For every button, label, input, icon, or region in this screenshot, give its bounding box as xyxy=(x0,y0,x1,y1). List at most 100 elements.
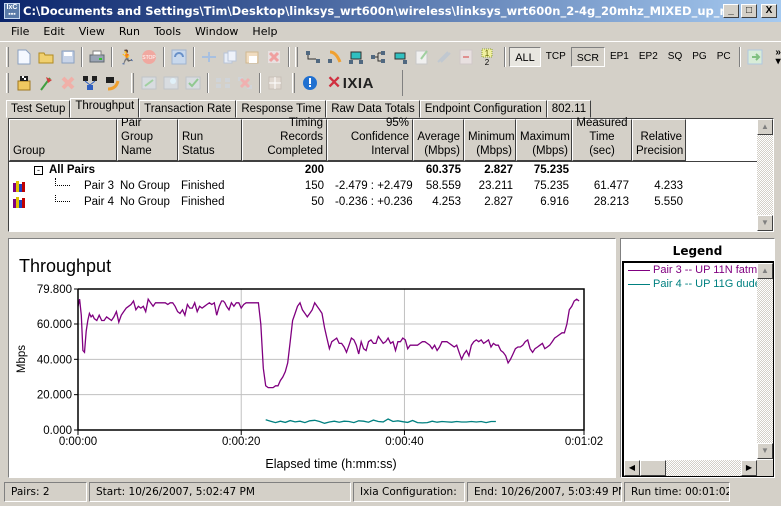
open-group-icon[interactable] xyxy=(13,72,35,94)
col-measured-time[interactable]: Measured Time (sec) xyxy=(572,117,632,161)
close-button[interactable]: X xyxy=(761,4,777,18)
copy-icon[interactable] xyxy=(219,46,241,68)
menu-edit[interactable]: Edit xyxy=(36,25,71,38)
phone-flag-icon[interactable] xyxy=(101,72,123,94)
toolbar-separator xyxy=(207,73,209,93)
new-icon[interactable] xyxy=(13,46,35,68)
grid2-icon[interactable] xyxy=(234,72,256,94)
toolbar-separator xyxy=(111,47,114,67)
timing-records: 150 xyxy=(304,180,324,192)
col-confidence-interval[interactable]: 95% Confidence Interval xyxy=(327,117,413,161)
grid3-icon[interactable] xyxy=(264,72,286,94)
edit-icon[interactable] xyxy=(411,46,433,68)
x-tick-label: 0:00:20 xyxy=(222,436,260,448)
minimize-button[interactable]: _ xyxy=(723,4,739,18)
filter-all-button[interactable]: ALL xyxy=(509,47,541,67)
scroll-down-button[interactable]: ▼ xyxy=(757,215,773,231)
table-row[interactable]: Pair 3 No Group Finished 150 -2.479 : +2… xyxy=(9,178,686,194)
filter-ep1-button[interactable]: EP1 xyxy=(605,47,634,67)
minimum: 23.211 xyxy=(478,180,513,192)
summary-minimum: 2.827 xyxy=(484,164,513,176)
open-icon[interactable] xyxy=(35,46,57,68)
maximize-button[interactable]: □ xyxy=(741,4,757,18)
toolbar-separator xyxy=(738,47,741,67)
tab-test-setup[interactable]: Test Setup xyxy=(6,100,71,118)
col-relative-precision[interactable]: Relative Precision xyxy=(632,119,686,161)
legend-item-pair-3[interactable]: Pair 3 -- UP 11N fatma xyxy=(628,264,763,276)
check3-icon[interactable] xyxy=(182,72,204,94)
legend-scroll-right-button[interactable]: ▶ xyxy=(741,460,757,476)
col-group[interactable]: Group xyxy=(9,119,117,161)
phone-pair-icon[interactable] xyxy=(324,46,346,68)
filter-pc-button[interactable]: PC xyxy=(712,47,736,67)
app-icon[interactable]: IxC ▪▪▪ xyxy=(4,3,20,19)
minimum: 2.827 xyxy=(484,196,513,208)
remove-icon[interactable] xyxy=(57,72,79,94)
legend-scroll-thumb[interactable] xyxy=(640,460,666,476)
refresh-icon[interactable] xyxy=(168,46,190,68)
flag-icon[interactable] xyxy=(35,72,57,94)
stop-icon[interactable]: STOP xyxy=(138,46,160,68)
filter-pg-button[interactable]: PG xyxy=(687,47,711,67)
chart-grid xyxy=(78,289,584,430)
group-cell: Pair 3 xyxy=(9,178,117,194)
toolbar-grip[interactable] xyxy=(292,73,295,93)
measured-time: 28.213 xyxy=(593,196,629,208)
info-icon[interactable] xyxy=(299,72,321,94)
legend-scroll-up-button[interactable]: ▲ xyxy=(757,263,773,279)
legend-scroll-left-button[interactable]: ◀ xyxy=(624,460,640,476)
table-vertical-scrollbar[interactable]: ▲ ▼ xyxy=(757,119,773,231)
filter-sq-button[interactable]: SQ xyxy=(663,47,687,67)
legend-item-pair-4[interactable]: Pair 4 -- UP 11G dude xyxy=(628,278,761,290)
cut-icon[interactable] xyxy=(198,46,220,68)
menu-run[interactable]: Run xyxy=(112,25,147,38)
delete-icon[interactable] xyxy=(263,46,285,68)
col-minimum[interactable]: Minimum (Mbps) xyxy=(464,119,516,161)
col-maximum[interactable]: Maximum (Mbps) xyxy=(516,119,572,161)
col-average[interactable]: Average (Mbps) xyxy=(413,119,464,161)
renumber-icon[interactable]: 12 xyxy=(476,46,498,68)
legend-vertical-scrollbar[interactable]: ▲ ▼ xyxy=(757,263,773,459)
video-multicast-icon[interactable] xyxy=(389,46,411,68)
save-icon[interactable] xyxy=(57,46,79,68)
video-pair-icon[interactable] xyxy=(346,46,368,68)
toolbar-grip[interactable] xyxy=(6,73,9,93)
network-icon[interactable] xyxy=(79,72,101,94)
x-tick-label: 0:00:00 xyxy=(59,436,97,448)
legend-scroll-down-button[interactable]: ▼ xyxy=(757,443,773,459)
print-icon[interactable] xyxy=(86,46,108,68)
legend-horizontal-scrollbar[interactable]: ◀ ▶ xyxy=(624,460,757,476)
toolbar-overflow-button[interactable]: » ▾ xyxy=(775,48,781,67)
col-pair-group-name[interactable]: Pair Group Name xyxy=(117,117,178,161)
run-icon[interactable]: 🏃 xyxy=(116,46,138,68)
col-run-status[interactable]: Run Status xyxy=(178,119,242,161)
table-row[interactable]: Pair 4 No Group Finished 50 -0.236 : +0.… xyxy=(9,194,686,210)
multicast-icon[interactable] xyxy=(367,46,389,68)
filter-scr-button[interactable]: SCR xyxy=(570,47,605,67)
table-row-all-pairs[interactable]: - All Pairs 200 60.375 2.827 75.235 xyxy=(9,162,572,178)
clone-icon[interactable] xyxy=(433,46,455,68)
col-timing-records[interactable]: Timing Records Completed xyxy=(242,117,327,161)
paste-icon[interactable] xyxy=(241,46,263,68)
filter-tcp-button[interactable]: TCP xyxy=(541,47,571,67)
grid1-icon[interactable] xyxy=(212,72,234,94)
menu-tools[interactable]: Tools xyxy=(147,25,188,38)
menu-help[interactable]: Help xyxy=(245,25,284,38)
swap-icon[interactable] xyxy=(455,46,477,68)
toolbar-grip[interactable] xyxy=(294,47,298,67)
toolbar-grip[interactable] xyxy=(131,73,134,93)
export-icon[interactable] xyxy=(744,46,766,68)
toolbar-grip[interactable] xyxy=(6,47,9,67)
check1-icon[interactable] xyxy=(138,72,160,94)
menu-view[interactable]: View xyxy=(72,25,112,38)
check2-icon[interactable] xyxy=(160,72,182,94)
collapse-icon[interactable]: - xyxy=(34,165,43,175)
filter-ep2-button[interactable]: EP2 xyxy=(634,47,663,67)
tab-endpoint-configuration[interactable]: Endpoint Configuration xyxy=(419,100,547,118)
scroll-up-button[interactable]: ▲ xyxy=(757,119,773,135)
menu-file[interactable]: File xyxy=(4,25,36,38)
timing-records: 50 xyxy=(311,196,324,208)
tab-throughput[interactable]: Throughput xyxy=(70,98,140,118)
pair-icon[interactable] xyxy=(302,46,324,68)
menu-window[interactable]: Window xyxy=(188,25,245,38)
